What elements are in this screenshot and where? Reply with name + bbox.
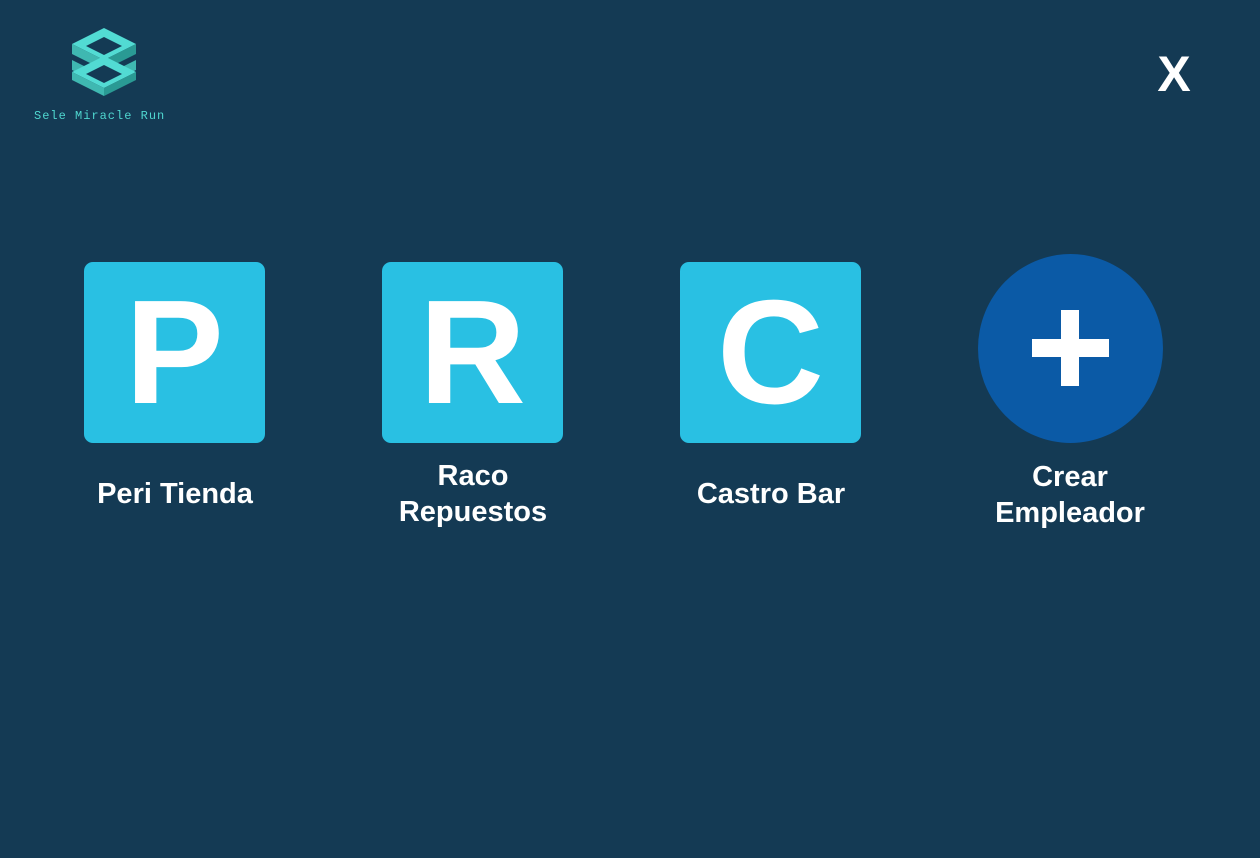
employer-initial-tile: P [84, 262, 265, 443]
employer-name: Raco Repuestos [353, 458, 593, 530]
employer-card-raco-repuestos[interactable]: R Raco Repuestos [373, 254, 573, 544]
employer-card-castro-bar[interactable]: C Castro Bar [671, 254, 871, 544]
employer-card-peri-tienda[interactable]: P Peri Tienda [75, 254, 275, 544]
brand-logo: Sele Miracle Run [30, 22, 180, 132]
employer-name: Peri Tienda [97, 478, 253, 510]
create-employer-button[interactable]: Crear Empleador [970, 254, 1170, 544]
employer-name: Castro Bar [696, 478, 846, 510]
employer-initial-tile: C [680, 262, 861, 443]
employer-name-line-2: Repuestos [398, 496, 548, 528]
create-employer-label-line-2: Empleador [995, 497, 1145, 529]
create-employer-circle [978, 254, 1163, 443]
create-employer-label: Crear Empleador [950, 459, 1190, 531]
create-employer-label-line-1: Crear [1032, 461, 1108, 493]
brand-name: Sele Miracle Run [34, 109, 166, 123]
close-button[interactable]: X [1150, 46, 1198, 102]
employer-name-line-1: Raco [437, 460, 509, 492]
employer-initial-tile: R [382, 262, 563, 443]
isometric-logo-icon [72, 28, 136, 96]
